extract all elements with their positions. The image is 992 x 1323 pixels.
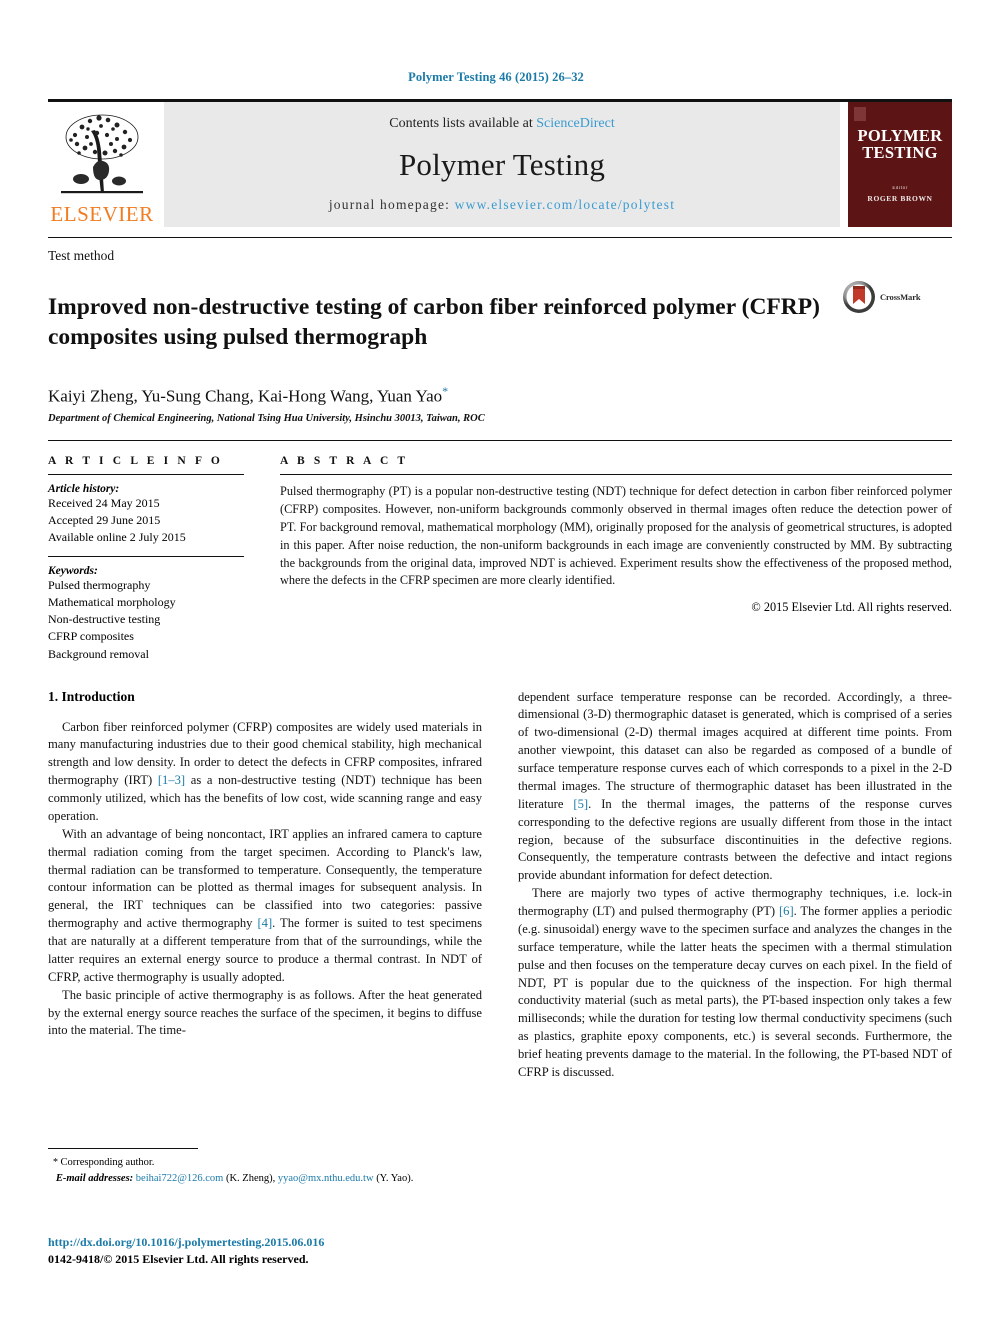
- contents-prefix: Contents lists available at: [389, 116, 537, 131]
- keyword-item: Non-destructive testing: [48, 612, 161, 627]
- article-info-column: A R T I C L E I N F O Article history: R…: [48, 455, 244, 662]
- abstract-copyright: © 2015 Elsevier Ltd. All rights reserved…: [751, 600, 952, 615]
- abstract-label: A B S T R A C T: [280, 455, 409, 468]
- footnote-corresponding-text: Corresponding author.: [60, 1157, 155, 1168]
- journal-homepage-line: journal homepage: www.elsevier.com/locat…: [329, 197, 675, 213]
- doi-link[interactable]: http://dx.doi.org/10.1016/j.polymertesti…: [48, 1235, 478, 1250]
- author-names: Kaiyi Zheng, Yu-Sung Chang, Kai-Hong Wan…: [48, 386, 443, 406]
- article-history-heading: Article history:: [48, 483, 120, 496]
- cover-editor-label: Editor: [892, 185, 908, 191]
- journal-band: Contents lists available at ScienceDirec…: [164, 102, 840, 227]
- corresponding-author-marker: *: [442, 383, 449, 398]
- homepage-prefix: journal homepage:: [328, 197, 455, 212]
- citation-ref[interactable]: [5]: [573, 797, 588, 811]
- body-left-column: 1. Introduction Carbon fiber reinforced …: [48, 689, 482, 1082]
- crossmark-icon: [843, 281, 875, 313]
- article-info-rule: [48, 474, 244, 476]
- article-title-block: Improved non-destructive testing of carb…: [48, 276, 952, 368]
- article-title: Improved non-destructive testing of carb…: [48, 293, 820, 350]
- cover-elsevier-icon: [854, 107, 866, 121]
- elsevier-tree-icon: [61, 114, 143, 194]
- sciencedirect-link[interactable]: ScienceDirect: [536, 116, 615, 131]
- keyword-item: Pulsed thermography: [48, 578, 151, 593]
- article-head-rule: [48, 440, 952, 442]
- article-section-kind: Test method: [48, 248, 115, 263]
- footnote-email-label: E-mail addresses:: [55, 1172, 134, 1184]
- article-history-accepted: Accepted 29 June 2015: [48, 513, 161, 528]
- footnote-corresponding-line: * Corresponding author.: [48, 1155, 468, 1171]
- footnote-rule: [48, 1148, 198, 1149]
- abstract-rule: [280, 474, 952, 476]
- citation-ref[interactable]: [4]: [257, 916, 272, 930]
- author-affiliation: Department of Chemical Engineering, Nati…: [48, 413, 485, 425]
- crossmark-badge[interactable]: CrossMark: [842, 276, 952, 314]
- body-paragraph: There are majorly two types of active th…: [518, 885, 952, 1082]
- journal-homepage-link[interactable]: www.elsevier.com/locate/polytest: [455, 197, 675, 212]
- journal-title: Polymer Testing: [398, 146, 606, 182]
- footnote-email-line: E-mail addresses: beihai722@126.com (K. …: [55, 1172, 414, 1184]
- paragraph-text: . The former applies a periodic (e.g. si…: [518, 904, 953, 1079]
- cover-editor-name: ROGER BROWN: [867, 193, 933, 203]
- journal-cover-thumbnail: POLYMER TESTING Editor ROGER BROWN: [848, 102, 952, 227]
- info-abstract-row: A R T I C L E I N F O Article history: R…: [48, 455, 952, 662]
- citation-ref[interactable]: [1–3]: [158, 773, 185, 787]
- keyword-item: Mathematical morphology: [48, 595, 176, 610]
- citation-ref[interactable]: [6]: [779, 904, 794, 918]
- article-page: Polymer Testing 46 (2015) 26–32 ELSEVIER…: [0, 0, 992, 1323]
- running-head: Polymer Testing 46 (2015) 26–32: [408, 70, 584, 84]
- contents-available-line: Contents lists available at ScienceDirec…: [389, 116, 615, 132]
- elsevier-wordmark: ELSEVIER: [50, 202, 154, 226]
- elsevier-logo: ELSEVIER: [48, 102, 156, 227]
- abstract-text: Pulsed thermography (PT) is a popular no…: [280, 484, 952, 588]
- email-link-zheng[interactable]: beihai722@126.com: [136, 1173, 224, 1184]
- article-history-received: Received 24 May 2015: [48, 496, 160, 511]
- footnote-asterisk: *: [48, 1157, 61, 1168]
- cover-title-line2: TESTING: [862, 142, 938, 162]
- body-paragraph: dependent surface temperature response c…: [518, 689, 952, 886]
- abstract-column: A B S T R A C T Pulsed thermography (PT)…: [280, 455, 952, 662]
- masthead-bottom-rule: [48, 237, 952, 238]
- paragraph-text: With an advantage of being noncontact, I…: [48, 826, 482, 931]
- corresponding-author-footnote: * Corresponding author. E-mail addresses…: [48, 1148, 468, 1186]
- keyword-item: CFRP composites: [48, 629, 134, 644]
- crossmark-label: CrossMark: [880, 292, 921, 302]
- paragraph-text: dependent surface temperature response c…: [518, 689, 952, 811]
- email-owner-zheng: (K. Zheng): [225, 1172, 273, 1184]
- body-paragraph: Carbon fiber reinforced polymer (CFRP) c…: [48, 719, 482, 826]
- keywords-heading: Keywords:: [48, 565, 98, 578]
- body-columns: 1. Introduction Carbon fiber reinforced …: [48, 689, 952, 1082]
- issn-copyright-line: 0142-9418/© 2015 Elsevier Ltd. All right…: [48, 1252, 309, 1266]
- body-paragraph: The basic principle of active thermograp…: [48, 987, 482, 1038]
- article-history-online: Available online 2 July 2015: [48, 530, 186, 545]
- body-paragraph: With an advantage of being noncontact, I…: [48, 826, 482, 987]
- keyword-item: Background removal: [48, 646, 149, 661]
- section-heading-introduction: 1. Introduction: [48, 688, 135, 704]
- article-info-label: A R T I C L E I N F O: [48, 455, 223, 468]
- journal-masthead: ELSEVIER Contents lists available at Sci…: [48, 99, 952, 227]
- email-owner-yao: (Y. Yao).: [376, 1172, 414, 1184]
- author-list: Kaiyi Zheng, Yu-Sung Chang, Kai-Hong Wan…: [48, 384, 944, 407]
- cover-title: POLYMER TESTING: [858, 127, 943, 162]
- article-imprint: http://dx.doi.org/10.1016/j.polymertesti…: [48, 1235, 478, 1267]
- body-right-column: dependent surface temperature response c…: [518, 689, 952, 1082]
- keywords-rule: [48, 556, 244, 558]
- email-link-yao[interactable]: yyao@mx.nthu.edu.tw: [278, 1173, 374, 1184]
